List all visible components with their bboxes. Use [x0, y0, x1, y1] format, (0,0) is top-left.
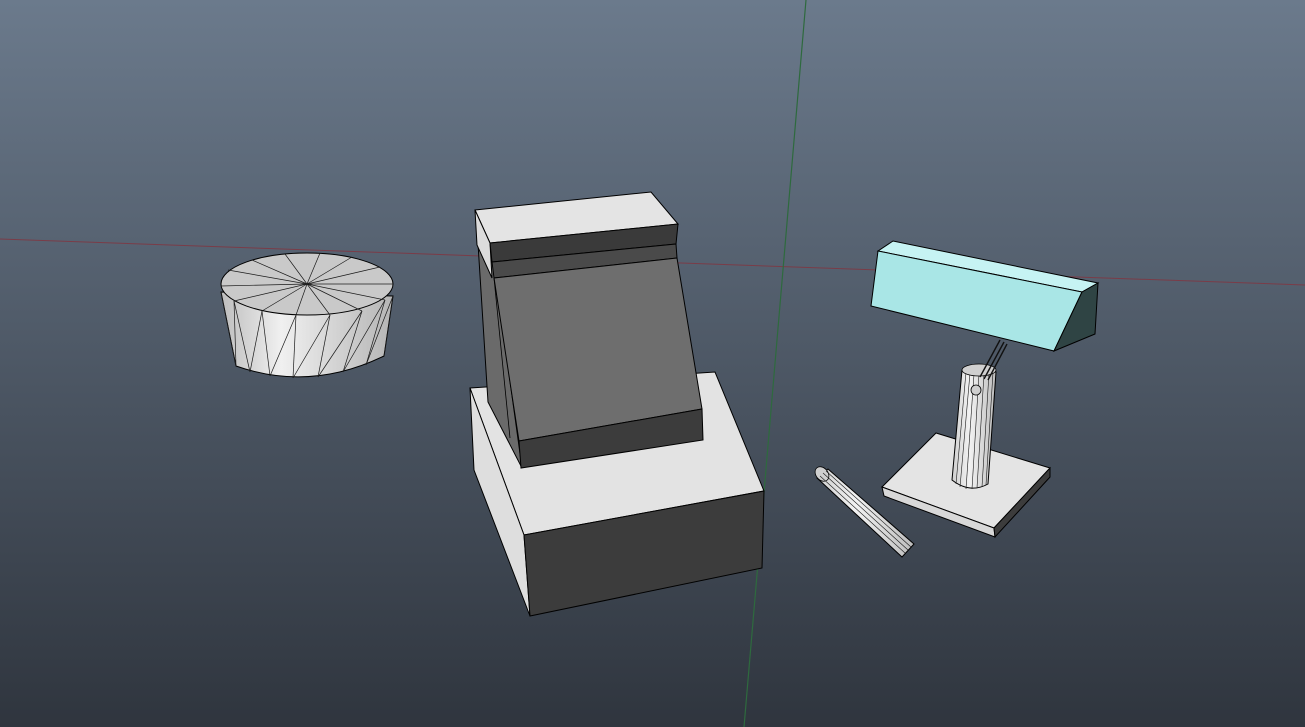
3d-viewport[interactable] — [0, 0, 1305, 727]
cylinder-object[interactable] — [220, 252, 394, 379]
viewport-canvas[interactable] — [0, 0, 1305, 727]
monitor-screen — [493, 257, 703, 442]
lamp-joint — [970, 384, 982, 396]
